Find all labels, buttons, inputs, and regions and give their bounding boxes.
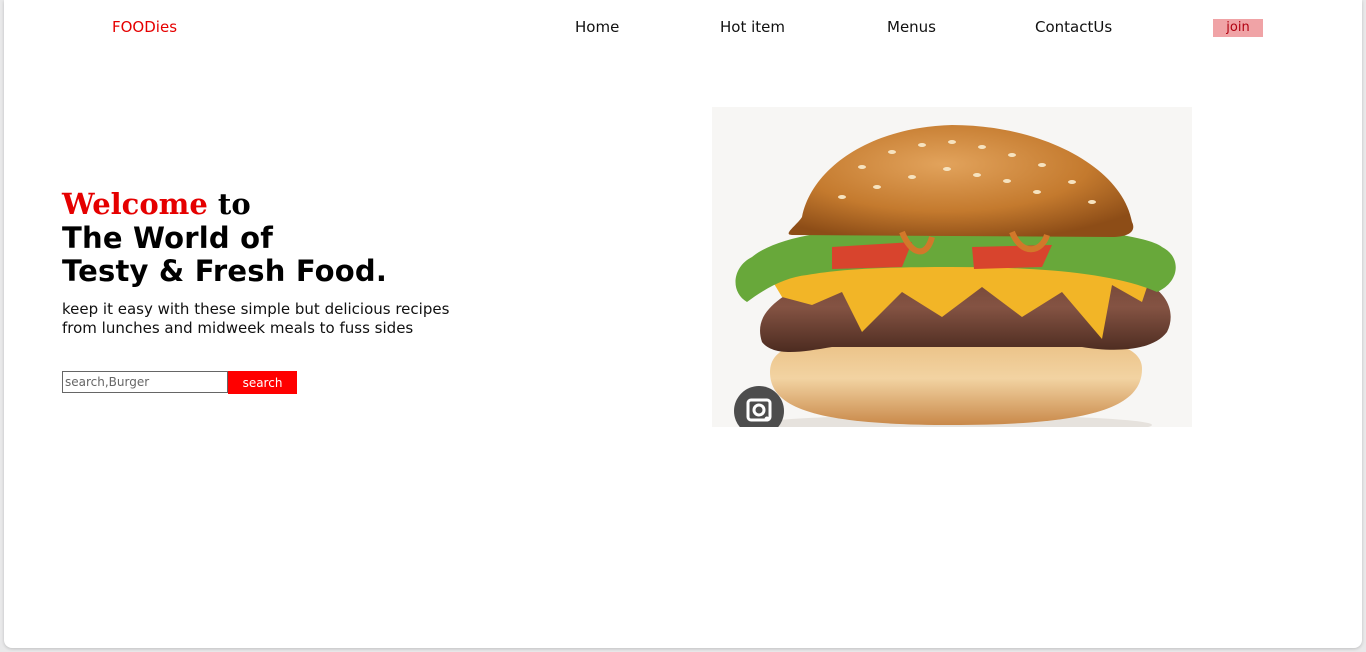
- hero-text: Welcome to The World of Testy & Fresh Fo…: [62, 186, 462, 338]
- page: FOODies Home Hot item Menus ContactUs jo…: [4, 0, 1362, 648]
- description-line-2: from lunches and midweek meals to fuss s…: [62, 319, 414, 337]
- join-button[interactable]: join: [1213, 19, 1263, 37]
- headline-line-1: The World of: [62, 221, 274, 255]
- nav-home[interactable]: Home: [575, 18, 619, 36]
- nav-contact-us[interactable]: ContactUs: [1035, 18, 1112, 36]
- brand-logo[interactable]: FOODies: [112, 18, 177, 36]
- burger-image: [712, 107, 1192, 427]
- nav-menus[interactable]: Menus: [887, 18, 936, 36]
- search-button[interactable]: search: [228, 371, 297, 394]
- burger-illustration: [735, 125, 1176, 427]
- description-line-1: keep it easy with these simple but delic…: [62, 300, 450, 318]
- search-bar: search: [62, 371, 297, 394]
- welcome-word: Welcome: [62, 187, 208, 221]
- welcome-to: to: [217, 187, 251, 221]
- search-input[interactable]: [62, 371, 228, 393]
- headline-line-2: Testy & Fresh Food.: [62, 254, 388, 288]
- lens-icon[interactable]: [734, 386, 784, 427]
- nav-hot-item[interactable]: Hot item: [720, 18, 785, 36]
- hero-description: keep it easy with these simple but delic…: [62, 300, 462, 338]
- welcome-heading: Welcome to: [62, 186, 462, 222]
